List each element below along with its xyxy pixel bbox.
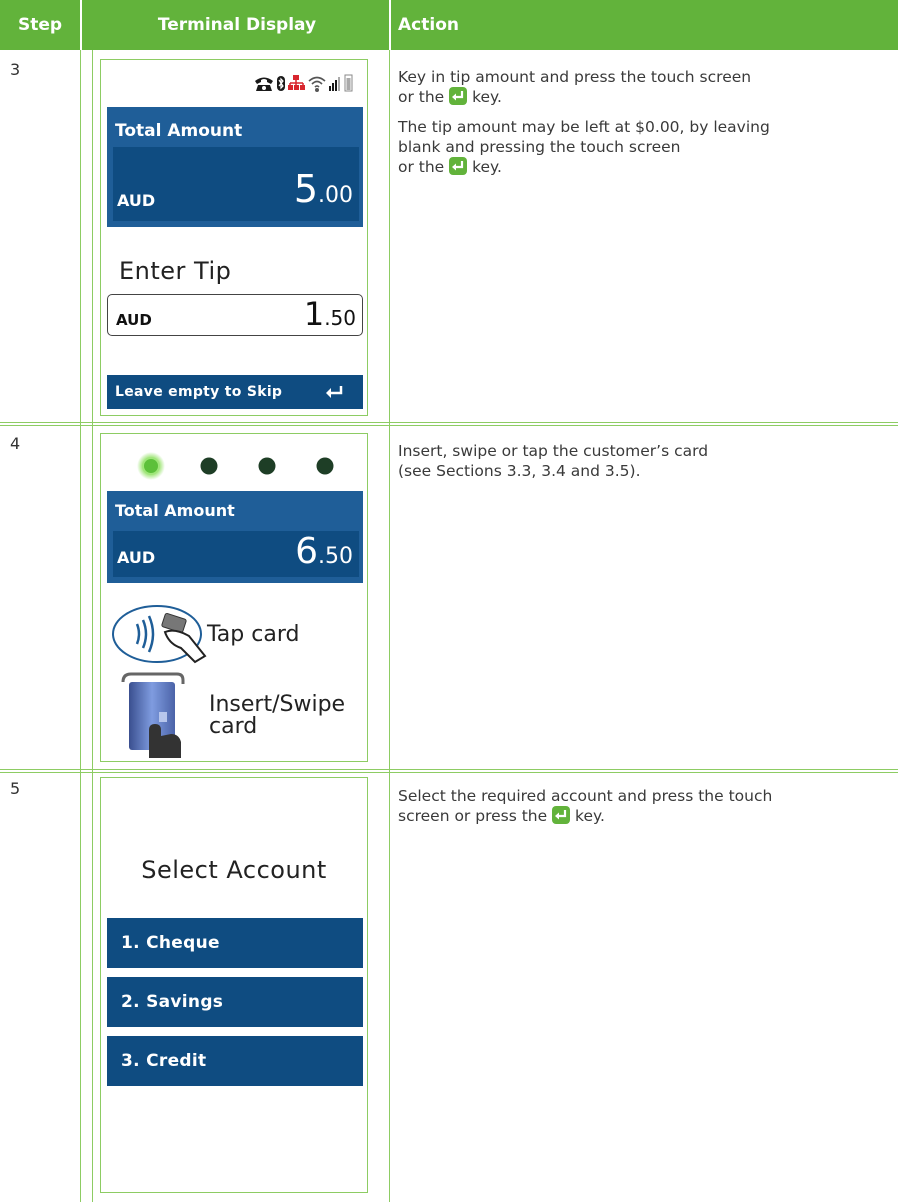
action-text-step-5: Select the required account and press th… — [398, 786, 888, 836]
total-amount-value: 5.00 — [293, 167, 353, 211]
signal-icon — [329, 77, 340, 91]
status-bar — [255, 74, 353, 93]
action-text-step-3: Key in tip amount and press the touch sc… — [398, 67, 888, 187]
contactless-icon — [112, 605, 207, 664]
total-amount-field: AUD 6.50 — [113, 531, 359, 577]
currency-label: AUD — [117, 548, 156, 567]
enter-key-icon — [552, 806, 571, 824]
skip-button[interactable]: Leave empty to Skip — [107, 375, 363, 409]
led-inactive-icon — [258, 457, 276, 475]
account-option-savings[interactable]: 2. Savings — [107, 977, 363, 1027]
currency-label: AUD — [117, 191, 156, 210]
tap-card-label: Tap card — [207, 622, 300, 647]
terminal-screen-tip: Total Amount AUD 5.00 Enter Tip AUD 1.50… — [100, 59, 368, 416]
total-amount-value: 6.50 — [295, 531, 353, 572]
column-divider — [389, 50, 390, 1202]
action-paragraph: Select the required account and press th… — [398, 787, 773, 825]
terminal-screen-account: Select Account 1. Cheque 2. Savings 3. C… — [100, 777, 368, 1193]
row-divider — [0, 772, 898, 773]
bluetooth-icon — [277, 76, 285, 91]
enter-tip-prompt: Enter Tip — [119, 257, 232, 285]
led-inactive-icon — [200, 457, 218, 475]
total-amount-panel: Total Amount AUD 5.00 — [107, 107, 363, 227]
step-number: 3 — [10, 60, 21, 79]
page: Step Terminal Display Action 3 Total Amo… — [0, 0, 898, 1202]
total-amount-field: AUD 5.00 — [113, 147, 359, 221]
led-inactive-icon — [316, 457, 334, 475]
card-insert-icon — [121, 672, 185, 758]
enter-key-icon — [449, 157, 468, 175]
row-divider — [0, 422, 898, 423]
network-icon — [288, 75, 305, 90]
total-amount-panel: Total Amount AUD 6.50 — [107, 491, 363, 583]
total-amount-label: Total Amount — [115, 121, 243, 141]
action-text-step-4: Insert, swipe or tap the customer’s card… — [398, 441, 888, 491]
column-divider — [92, 50, 93, 1202]
step-number: 4 — [10, 434, 21, 453]
enter-arrow-icon — [326, 386, 343, 398]
header-action: Action — [398, 15, 459, 35]
account-option-cheque[interactable]: 1. Cheque — [107, 918, 363, 968]
header-divider — [389, 0, 391, 50]
skip-button-label: Leave empty to Skip — [115, 384, 283, 400]
header-terminal-display: Terminal Display — [157, 15, 317, 35]
row-divider — [0, 425, 898, 426]
select-account-title: Select Account — [141, 856, 327, 884]
tip-input-field[interactable]: AUD 1.50 — [107, 294, 363, 336]
action-paragraph: The tip amount may be left at $0.00, by … — [398, 118, 770, 176]
row-divider — [0, 769, 898, 770]
header-divider — [80, 0, 82, 50]
insert-swipe-label: Insert/Swipe card — [209, 692, 346, 739]
table-header: Step Terminal Display Action — [0, 0, 898, 50]
account-option-credit[interactable]: 3. Credit — [107, 1036, 363, 1086]
total-amount-label: Total Amount — [115, 501, 235, 520]
tip-currency-label: AUD — [116, 311, 152, 329]
step-number: 5 — [10, 779, 21, 798]
wifi-icon — [308, 76, 326, 93]
tip-amount-value: 1.50 — [303, 295, 356, 333]
terminal-screen-card: Total Amount AUD 6.50 Tap card Insert/Sw… — [100, 433, 368, 762]
battery-icon — [344, 74, 353, 92]
header-step: Step — [17, 15, 63, 35]
telephone-icon — [255, 77, 273, 91]
enter-key-icon — [449, 87, 468, 105]
action-paragraph: Key in tip amount and press the touch sc… — [398, 68, 752, 106]
action-paragraph: Insert, swipe or tap the customer’s card… — [398, 442, 709, 480]
progress-leds — [137, 452, 334, 480]
column-divider — [80, 50, 81, 1202]
